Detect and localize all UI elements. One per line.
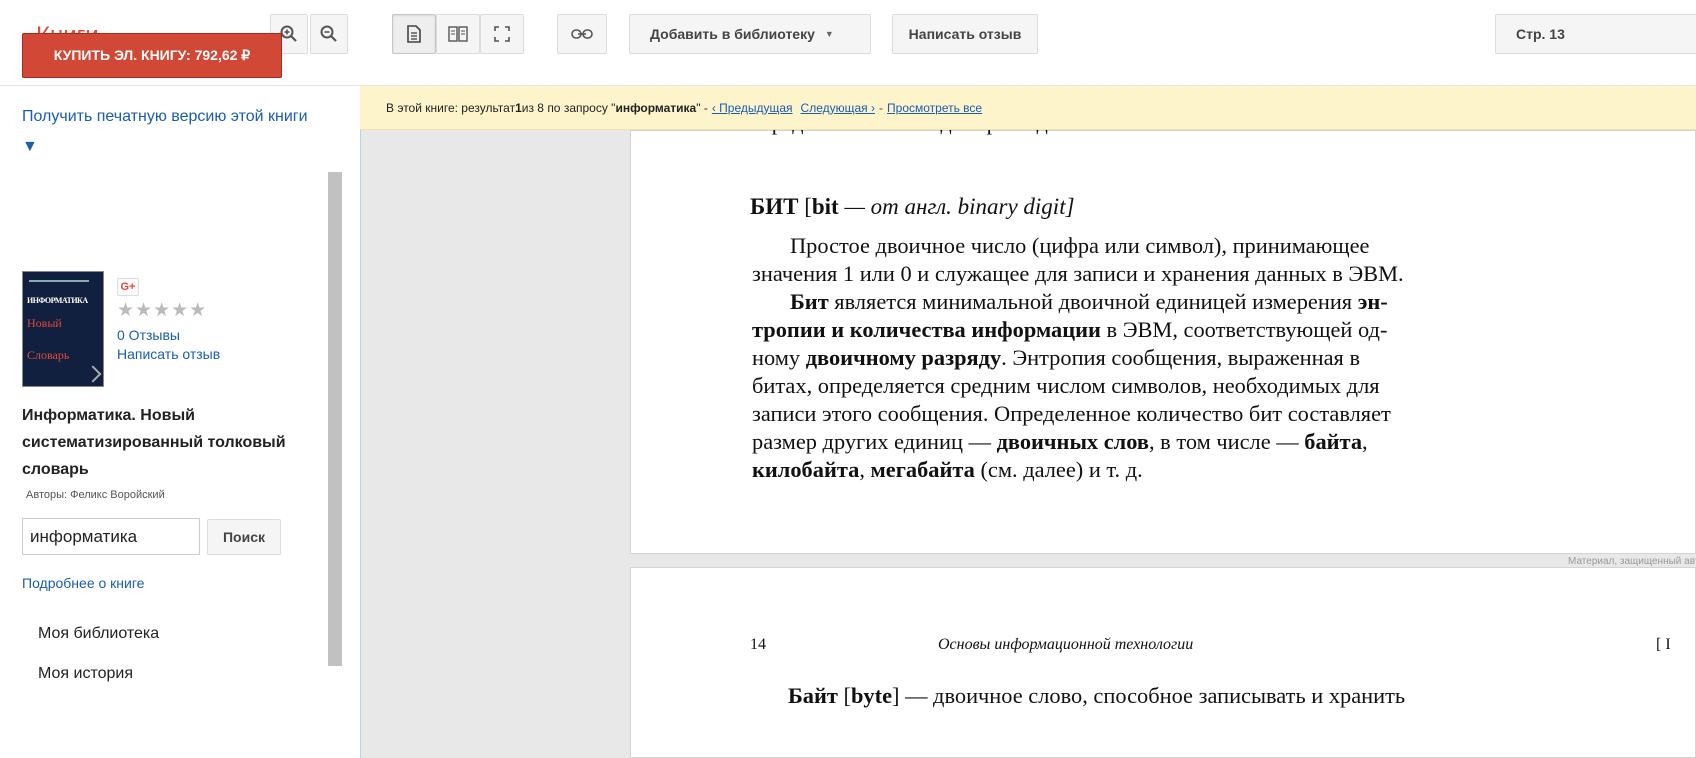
search-in-book-input[interactable]: информатика [22,518,200,555]
cover-subtitle-1: Новый [27,316,62,330]
infobar-query: информатика [615,100,697,115]
page-paragraph: Простое двоичное число (цифра или символ… [752,233,1404,482]
google-plus-button[interactable]: G+ [117,278,139,296]
cover-subtitle-2: Словарь [27,348,70,362]
more-about-book-link[interactable]: Подробнее о книге [22,575,144,591]
running-head: Основы информационной технологии [938,636,1194,653]
zoom-out-icon [320,25,338,43]
previous-result-link[interactable]: ‹ Предыдущая [712,101,793,115]
infobar-suffix: " - [696,100,708,115]
zoom-in-icon [280,25,298,43]
term-heading: БИТ [bit — от англ. binary digit] [750,194,1075,219]
nav-my-library[interactable]: Моя библиотека [38,625,159,643]
nav-my-history[interactable]: Моя история [38,665,133,683]
buy-ebook-button[interactable]: КУПИТЬ ЭЛ. КНИГУ: 792,62 ₽ [22,33,282,78]
book-authors: Авторы: Феликс Воройский [26,489,165,501]
add-to-library-button[interactable]: Добавить в библиотеку ▼ [629,14,871,54]
reviews-count-link[interactable]: 0 Отзывы [117,327,180,343]
add-to-library-label: Добавить в библиотеку [650,26,815,42]
sidebar-write-review-link[interactable]: Написать отзыв [117,346,220,362]
book-cover-thumbnail[interactable]: ИНФОРМАТИКА Новый Словарь [22,271,104,387]
page-first-line: Байт [byte] — двоичное слово, способное … [788,683,1406,708]
sidebar-scrollbar[interactable] [328,172,342,666]
book-title: Информатика. Новый систематизированный т… [22,407,286,478]
page-selector[interactable]: Стр. 13 [1495,14,1696,54]
rating-stars[interactable]: ★★★★★ [117,299,207,322]
infobar-prefix: В этой книге: результат [386,100,516,115]
search-button[interactable]: Поиск [207,519,281,555]
dropdown-arrow-icon: ▼ [824,29,834,39]
search-result-bar: В этой книге: результат 1 из 8 по запрос… [360,86,1696,130]
infobar-dash: - [879,100,884,115]
infobar-result-number: 1 [515,100,522,115]
link-button[interactable] [557,14,607,54]
copyright-watermark: Материал, защищенный авторским правом [1568,556,1696,567]
single-page-view-button[interactable] [392,14,436,54]
running-head-bracket: [ I [1656,636,1671,653]
view-all-results-link[interactable]: Просмотреть все [887,101,982,115]
next-result-link[interactable]: Следующая › [801,101,875,115]
write-review-label: Написать отзыв [908,26,1022,42]
page-number-label: Стр. 13 [1516,26,1565,42]
two-page-icon [448,26,468,42]
zoom-out-button[interactable] [310,14,348,54]
book-page-14 [630,567,1696,758]
get-print-version-link[interactable]: Получить печатную версию этой книги ▼ [22,102,322,162]
single-page-icon [407,25,421,43]
infobar-mid: из 8 по запросу " [521,100,616,115]
fullscreen-icon [493,25,511,43]
cover-title: ИНФОРМАТИКА [27,296,88,305]
link-icon [571,28,593,40]
fullscreen-button[interactable] [480,14,524,54]
page-number: 14 [750,636,766,653]
two-page-view-button[interactable] [436,14,480,54]
write-review-button[interactable]: Написать отзыв [892,14,1038,54]
